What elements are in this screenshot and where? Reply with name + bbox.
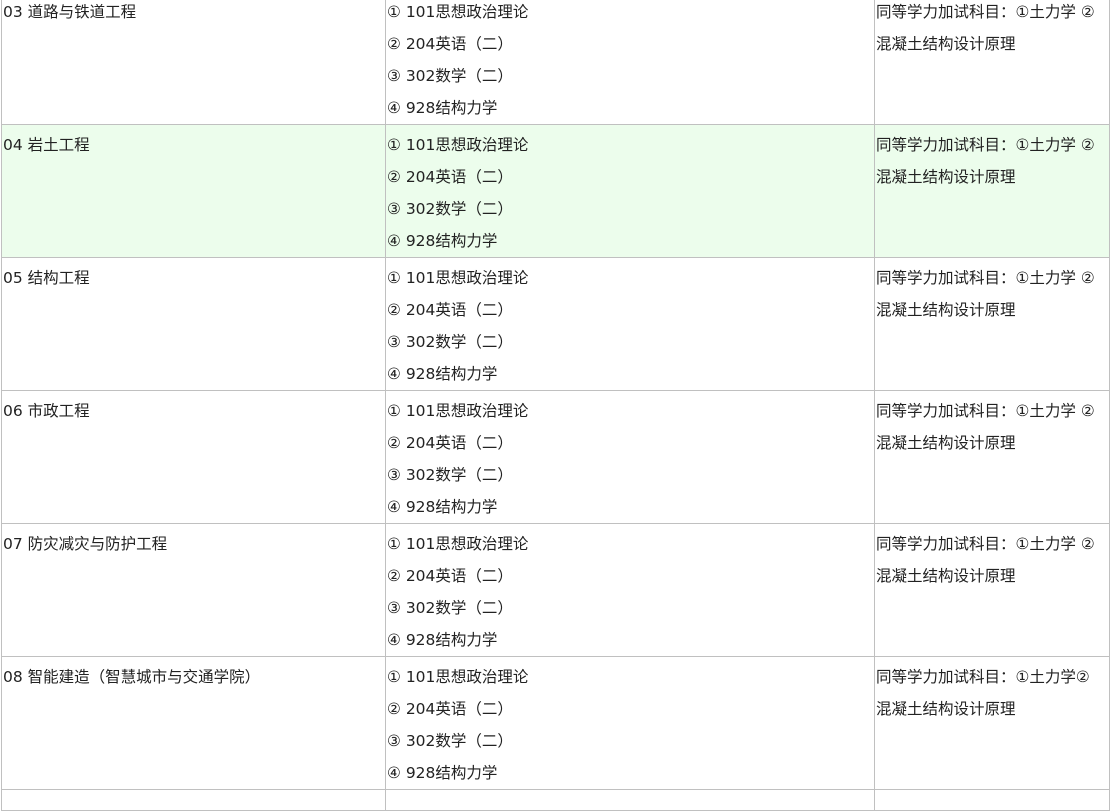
empty-cell <box>874 789 1110 811</box>
subject-item: ④ 928结构力学 <box>387 764 498 782</box>
note-text: 同等学力加试科目：①土力学② <box>876 668 1090 686</box>
note-text: 混凝土结构设计原理 <box>876 301 1016 319</box>
note-text: 混凝土结构设计原理 <box>876 168 1016 186</box>
subject-item: ③ 302数学（二） <box>387 200 513 218</box>
direction-label: 08 智能建造（智慧城市与交通学院） <box>3 668 261 686</box>
subject-item: ① 101思想政治理论 <box>387 136 529 154</box>
note-text: 混凝土结构设计原理 <box>876 434 1016 452</box>
note-cell: 同等学力加试科目：①土力学 ② 混凝土结构设计原理 <box>874 124 1110 258</box>
table-row: 03 道路与铁道工程 ① 101思想政治理论 ② 204英语（二） ③ 302数… <box>1 0 1110 125</box>
subject-item: ② 204英语（二） <box>387 301 513 319</box>
subject-item: ① 101思想政治理论 <box>387 535 529 553</box>
note-cell: 同等学力加试科目：①土力学② 混凝土结构设计原理 <box>874 656 1110 790</box>
note-text: 同等学力加试科目：①土力学 ② <box>876 402 1095 420</box>
subject-item: ② 204英语（二） <box>387 434 513 452</box>
subjects-cell: ① 101思想政治理论 ② 204英语（二） ③ 302数学（二） ④ 928结… <box>385 0 875 125</box>
subjects-cell: ① 101思想政治理论 ② 204英语（二） ③ 302数学（二） ④ 928结… <box>385 390 875 524</box>
subjects-cell: ① 101思想政治理论 ② 204英语（二） ③ 302数学（二） ④ 928结… <box>385 523 875 657</box>
subject-item: ④ 928结构力学 <box>387 99 498 117</box>
direction-label: 06 市政工程 <box>3 402 90 420</box>
empty-cell <box>1 789 386 811</box>
direction-label: 07 防灾减灾与防护工程 <box>3 535 168 553</box>
table-row: 06 市政工程 ① 101思想政治理论 ② 204英语（二） ③ 302数学（二… <box>1 390 1110 524</box>
subjects-cell: ① 101思想政治理论 ② 204英语（二） ③ 302数学（二） ④ 928结… <box>385 124 875 258</box>
note-cell: 同等学力加试科目：①土力学 ② 混凝土结构设计原理 <box>874 523 1110 657</box>
note-text: 同等学力加试科目：①土力学 ② <box>876 3 1095 21</box>
direction-cell: 05 结构工程 <box>1 257 386 391</box>
note-text: 同等学力加试科目：①土力学 ② <box>876 535 1095 553</box>
direction-label: 03 道路与铁道工程 <box>3 3 137 21</box>
subjects-cell: ① 101思想政治理论 ② 204英语（二） ③ 302数学（二） ④ 928结… <box>385 656 875 790</box>
table-row: 07 防灾减灾与防护工程 ① 101思想政治理论 ② 204英语（二） ③ 30… <box>1 523 1110 657</box>
program-table: 03 道路与铁道工程 ① 101思想政治理论 ② 204英语（二） ③ 302数… <box>1 0 1110 811</box>
subject-item: ② 204英语（二） <box>387 700 513 718</box>
subject-item: ① 101思想政治理论 <box>387 402 529 420</box>
direction-label: 05 结构工程 <box>3 269 90 287</box>
subject-item: ④ 928结构力学 <box>387 232 498 250</box>
direction-cell: 04 岩土工程 <box>1 124 386 258</box>
subject-item: ③ 302数学（二） <box>387 67 513 85</box>
table-row: 05 结构工程 ① 101思想政治理论 ② 204英语（二） ③ 302数学（二… <box>1 257 1110 391</box>
direction-label: 04 岩土工程 <box>3 136 90 154</box>
subjects-cell: ① 101思想政治理论 ② 204英语（二） ③ 302数学（二） ④ 928结… <box>385 257 875 391</box>
note-text: 同等学力加试科目：①土力学 ② <box>876 136 1095 154</box>
note-cell: 同等学力加试科目：①土力学 ② 混凝土结构设计原理 <box>874 257 1110 391</box>
subject-item: ③ 302数学（二） <box>387 732 513 750</box>
program-table-container: 03 道路与铁道工程 ① 101思想政治理论 ② 204英语（二） ③ 302数… <box>0 0 1117 811</box>
note-text: 混凝土结构设计原理 <box>876 700 1016 718</box>
table-row-partial <box>1 789 1110 811</box>
direction-cell: 06 市政工程 <box>1 390 386 524</box>
note-text: 混凝土结构设计原理 <box>876 35 1016 53</box>
note-cell: 同等学力加试科目：①土力学 ② 混凝土结构设计原理 <box>874 0 1110 125</box>
direction-cell: 03 道路与铁道工程 <box>1 0 386 125</box>
empty-cell <box>385 789 875 811</box>
note-text: 混凝土结构设计原理 <box>876 567 1016 585</box>
subject-item: ③ 302数学（二） <box>387 466 513 484</box>
direction-cell: 07 防灾减灾与防护工程 <box>1 523 386 657</box>
note-cell: 同等学力加试科目：①土力学 ② 混凝土结构设计原理 <box>874 390 1110 524</box>
subject-item: ③ 302数学（二） <box>387 599 513 617</box>
subject-item: ① 101思想政治理论 <box>387 269 529 287</box>
subject-item: ③ 302数学（二） <box>387 333 513 351</box>
subject-item: ④ 928结构力学 <box>387 365 498 383</box>
subject-item: ① 101思想政治理论 <box>387 668 529 686</box>
subject-item: ② 204英语（二） <box>387 35 513 53</box>
subject-item: ④ 928结构力学 <box>387 498 498 516</box>
direction-cell: 08 智能建造（智慧城市与交通学院） <box>1 656 386 790</box>
note-text: 同等学力加试科目：①土力学 ② <box>876 269 1095 287</box>
subject-item: ④ 928结构力学 <box>387 631 498 649</box>
table-row-highlighted: 04 岩土工程 ① 101思想政治理论 ② 204英语（二） ③ 302数学（二… <box>1 124 1110 258</box>
subject-item: ② 204英语（二） <box>387 567 513 585</box>
subject-item: ① 101思想政治理论 <box>387 3 529 21</box>
table-row: 08 智能建造（智慧城市与交通学院） ① 101思想政治理论 ② 204英语（二… <box>1 656 1110 790</box>
subject-item: ② 204英语（二） <box>387 168 513 186</box>
